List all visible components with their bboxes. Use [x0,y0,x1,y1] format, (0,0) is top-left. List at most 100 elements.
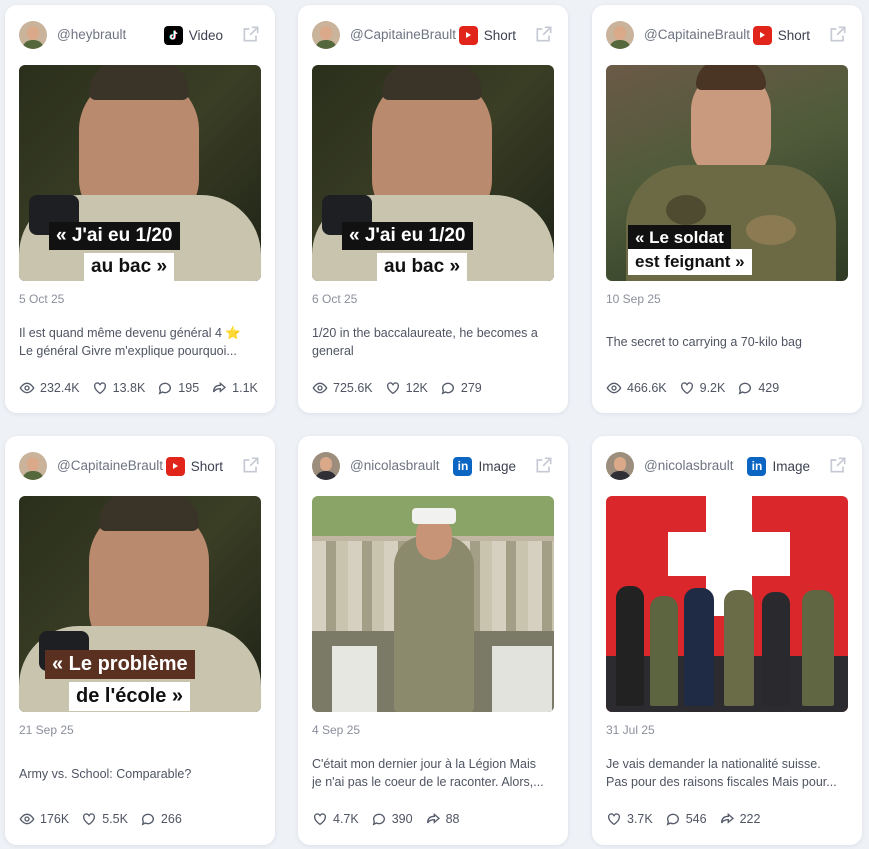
likes-count: 5.5K [102,812,128,826]
likes-count: 4.7K [333,812,359,826]
post-thumbnail[interactable] [606,496,848,712]
post-thumbnail[interactable] [312,496,554,712]
overlay-text-line-1: « Le soldat [628,225,731,251]
overlay-text-line-1: « Le problème [45,650,195,679]
post-date: 6 Oct 25 [312,292,358,306]
external-link-icon[interactable] [241,455,261,475]
heart-icon [680,382,693,395]
share-icon [426,812,440,824]
share-icon [213,381,227,393]
post-card-1[interactable]: @heybrault Video « J'ai eu 1/20 au bac »… [5,5,275,413]
post-stats: 232.4K 13.8K 195 1.1K [19,380,258,396]
likes-count: 9.2K [699,381,726,395]
avatar [19,21,47,49]
post-header: @CapitaineBrault Short [19,451,263,481]
platform-label: Video [188,27,223,43]
shares-count: 1.1K [232,381,258,395]
comments-count: 429 [758,381,780,395]
post-header: @CapitaineBrault Short [312,20,556,50]
platform-label: Short [777,27,810,43]
heart-icon [93,382,106,395]
post-card-4[interactable]: @CapitaineBrault Short « Le problème de … [5,436,275,845]
overlay-text-line-1: « J'ai eu 1/20 [342,222,473,250]
post-stats: 176K 5.5K 266 [19,811,182,827]
platform-tag: Short [458,23,516,47]
heart-icon [314,813,326,826]
post-thumbnail[interactable]: « Le problème de l'école » [19,496,261,712]
comment-icon [141,813,154,826]
heart-icon [83,813,96,826]
linkedin-icon: in [747,456,767,476]
heart-icon [608,813,620,826]
post-caption: C'était mon dernier jour à la Légion Mai… [312,757,544,789]
post-date: 10 Sep 25 [606,292,661,306]
account-handle[interactable]: @CapitaineBrault [57,458,167,473]
account-handle[interactable]: @nicolasbrault [350,458,470,473]
post-caption: Je vais demander la nationalité suisse. P… [606,757,837,789]
overlay-text-line-2: est feignant » [628,249,752,275]
post-thumbnail[interactable]: « J'ai eu 1/20 au bac » [19,65,261,281]
post-stats: 4.7K 390 88 [312,811,459,827]
avatar [19,452,47,480]
comment-icon [441,382,454,395]
shares-count: 222 [739,812,761,826]
post-caption: Army vs. School: Comparable? [19,767,192,781]
overlay-text-line-2: de l'école » [69,682,191,711]
account-handle[interactable]: @CapitaineBrault [350,27,460,42]
post-card-6[interactable]: @nicolasbrault in Image 31 Jul 25 Je vai… [592,436,862,845]
shares-count: 88 [445,812,460,826]
comment-icon [158,382,172,395]
likes-count: 3.7K [627,812,653,826]
platform-tag: in Image [747,454,810,478]
external-link-icon[interactable] [534,455,554,475]
comment-icon [739,382,752,395]
post-stats: 725.6K 12K 279 [312,380,482,396]
youtube-icon [752,25,772,45]
post-caption: The secret to carrying a 70-kilo bag [606,335,802,349]
eye-icon [312,382,328,394]
post-header: @nicolasbrault in Image [606,451,850,481]
likes-count: 12K [405,381,428,395]
linkedin-icon: in [453,456,473,476]
post-caption: 1/20 in the baccalaureate, he becomes ag… [312,326,538,358]
overlay-text-line-1: « J'ai eu 1/20 [49,222,180,250]
platform-tag: Short [165,454,223,478]
account-handle[interactable]: @nicolasbrault [644,458,764,473]
post-date: 31 Jul 25 [606,723,655,737]
post-card-2[interactable]: @CapitaineBrault Short « J'ai eu 1/20 au… [298,5,568,413]
post-header: @heybrault Video [19,20,263,50]
overlay-text-line-2: au bac » [84,253,175,281]
post-card-5[interactable]: @nicolasbrault in Image 4 Sep 25 C'était… [298,436,568,845]
avatar [312,452,340,480]
eye-icon [19,382,35,394]
account-handle[interactable]: @CapitaineBrault [644,27,754,42]
platform-label: Image [478,458,516,474]
external-link-icon[interactable] [828,24,848,44]
comments-count: 279 [460,381,482,395]
views-count: 725.6K [333,381,373,395]
post-card-3[interactable]: @CapitaineBrault Short « Le soldat est f… [592,5,862,413]
tiktok-icon [163,25,183,45]
platform-label: Image [772,458,810,474]
avatar [606,452,634,480]
external-link-icon[interactable] [534,24,554,44]
post-date: 21 Sep 25 [19,723,74,737]
views-count: 466.6K [627,381,667,395]
account-handle[interactable]: @heybrault [57,27,167,42]
avatar [606,21,634,49]
platform-tag: in Image [453,454,516,478]
post-thumbnail[interactable]: « J'ai eu 1/20 au bac » [312,65,554,281]
post-thumbnail[interactable]: « Le soldat est feignant » [606,65,848,281]
youtube-icon [458,25,478,45]
post-header: @CapitaineBrault Short [606,20,850,50]
comments-count: 390 [391,812,413,826]
post-header: @nicolasbrault in Image [312,451,556,481]
views-count: 232.4K [40,381,80,395]
platform-label: Short [483,27,516,43]
eye-icon [606,382,622,394]
heart-icon [386,382,399,395]
external-link-icon[interactable] [828,455,848,475]
comments-count: 546 [685,812,707,826]
comment-icon [372,813,385,826]
external-link-icon[interactable] [241,24,261,44]
